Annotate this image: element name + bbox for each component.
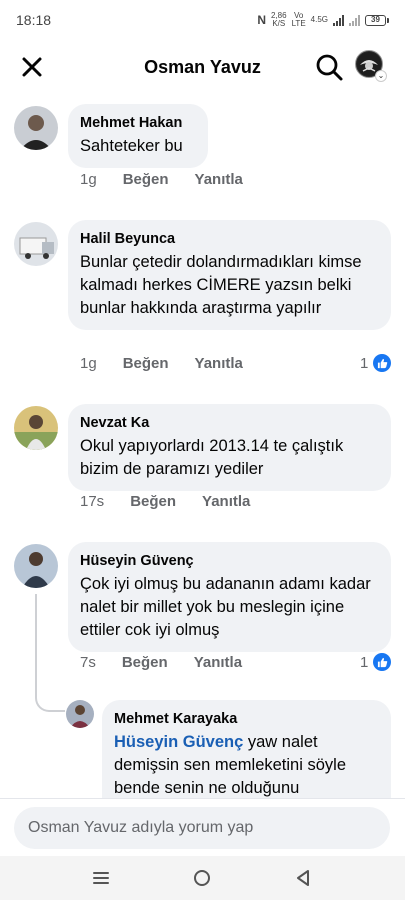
like-count[interactable]: 1 [360,653,392,671]
net-speed-unit: K/S [272,19,286,28]
comment-time[interactable]: 1g [80,171,97,188]
comment-author[interactable]: Halil Beyunca [80,230,379,248]
status-time: 18:18 [16,12,52,28]
system-nav-bar [0,856,405,900]
avatar[interactable] [14,106,58,150]
comment-bubble: Nevzat Ka Okul yapıyorlardı 2013.14 te ç… [68,404,391,491]
search-icon[interactable] [314,52,344,82]
comment-text: Bunlar çetedir dolandırmadıkları kimse k… [80,253,362,317]
reply-button[interactable]: Yanıtla [194,654,242,671]
comment-bubble: Hüseyin Güvenç Çok iyi olmuş bu adananın… [68,542,391,652]
network-gen: 4.5G [311,16,328,24]
comment-text: Sahteteker bu [80,137,183,155]
comment-author[interactable]: Nevzat Ka [80,414,379,432]
comment-text: Çok iyi olmuş bu adananın adamı kadar na… [80,575,371,639]
comment-bubble: Mehmet Hakan Sahteteker bu [68,104,208,168]
avatar[interactable] [14,406,58,450]
net-speed: 2,86 K/S [271,12,287,28]
reply-bubble: Mehmet Karayaka Hüseyin Güvenç yaw nalet… [102,700,391,800]
reply-button[interactable]: Yanıtla [202,493,250,510]
comment-text: Okul yapıyorlardı 2013.14 te çalıştık bi… [80,437,344,478]
comment-time[interactable]: 17s [80,493,104,510]
nfc-icon: N [257,13,266,27]
like-button[interactable]: Beğen [130,493,176,510]
like-button[interactable]: Beğen [123,171,169,188]
signal-icon [333,14,344,26]
thread-connector [35,594,65,712]
menu-icon[interactable] [89,866,113,890]
volte-lte: LTE [291,19,306,28]
reply-mention[interactable]: Hüseyin Güvenç [114,733,243,751]
home-circle-icon[interactable] [190,866,214,890]
comment-time[interactable]: 7s [80,654,96,671]
composer-bar: Osman Yavuz adıyla yorum yap [0,798,405,856]
reply-text: Hüseyin Güvenç yaw nalet demişsin sen me… [114,731,379,800]
battery-level: 39 [365,14,386,26]
comment-author[interactable]: Mehmet Hakan [80,114,196,132]
comment-actions: 7s Beğen Yanıtla [80,654,242,671]
status-icons: N 2,86 K/S Vo LTE 4.5G 39 [257,12,389,28]
comment-input[interactable]: Osman Yavuz adıyla yorum yap [14,807,390,849]
thumbs-up-icon [373,653,392,671]
comment-actions: 1g Beğen Yanıtla [80,171,243,188]
thumbs-up-icon [373,354,392,372]
like-count-value: 1 [360,653,369,671]
battery-icon: 39 [365,14,389,26]
like-button[interactable]: Beğen [123,355,169,372]
top-bar: Osman Yavuz ⌄ [0,40,405,94]
like-count-value: 1 [360,354,369,372]
signal-icon-2 [349,14,360,26]
comment-time[interactable]: 1g [80,355,97,372]
reply-button[interactable]: Yanıtla [195,355,243,372]
like-button[interactable]: Beğen [122,654,168,671]
close-icon[interactable] [18,53,46,81]
comment-bubble: Halil Beyunca Bunlar çetedir dolandırmad… [68,220,391,330]
reply-button[interactable]: Yanıtla [195,171,243,188]
back-triangle-icon[interactable] [291,866,315,890]
avatar[interactable] [14,544,58,588]
comment-actions: 17s Beğen Yanıtla [80,493,250,510]
reply-author[interactable]: Mehmet Karayaka [114,710,379,728]
avatar[interactable] [66,700,94,728]
volte-indicator: Vo LTE [292,12,306,28]
avatar[interactable] [14,222,58,266]
network-gen-label: 4.5G [310,15,328,24]
profile-menu-button[interactable]: ⌄ [355,50,387,84]
page-title: Osman Yavuz [144,56,261,77]
comment-author[interactable]: Hüseyin Güvenç [80,552,379,570]
status-bar: 18:18 N 2,86 K/S Vo LTE 4.5G 39 [0,0,405,40]
chevron-down-icon: ⌄ [375,70,387,82]
like-count[interactable]: 1 [360,354,392,372]
comment-actions: 1g Beğen Yanıtla [80,355,243,372]
